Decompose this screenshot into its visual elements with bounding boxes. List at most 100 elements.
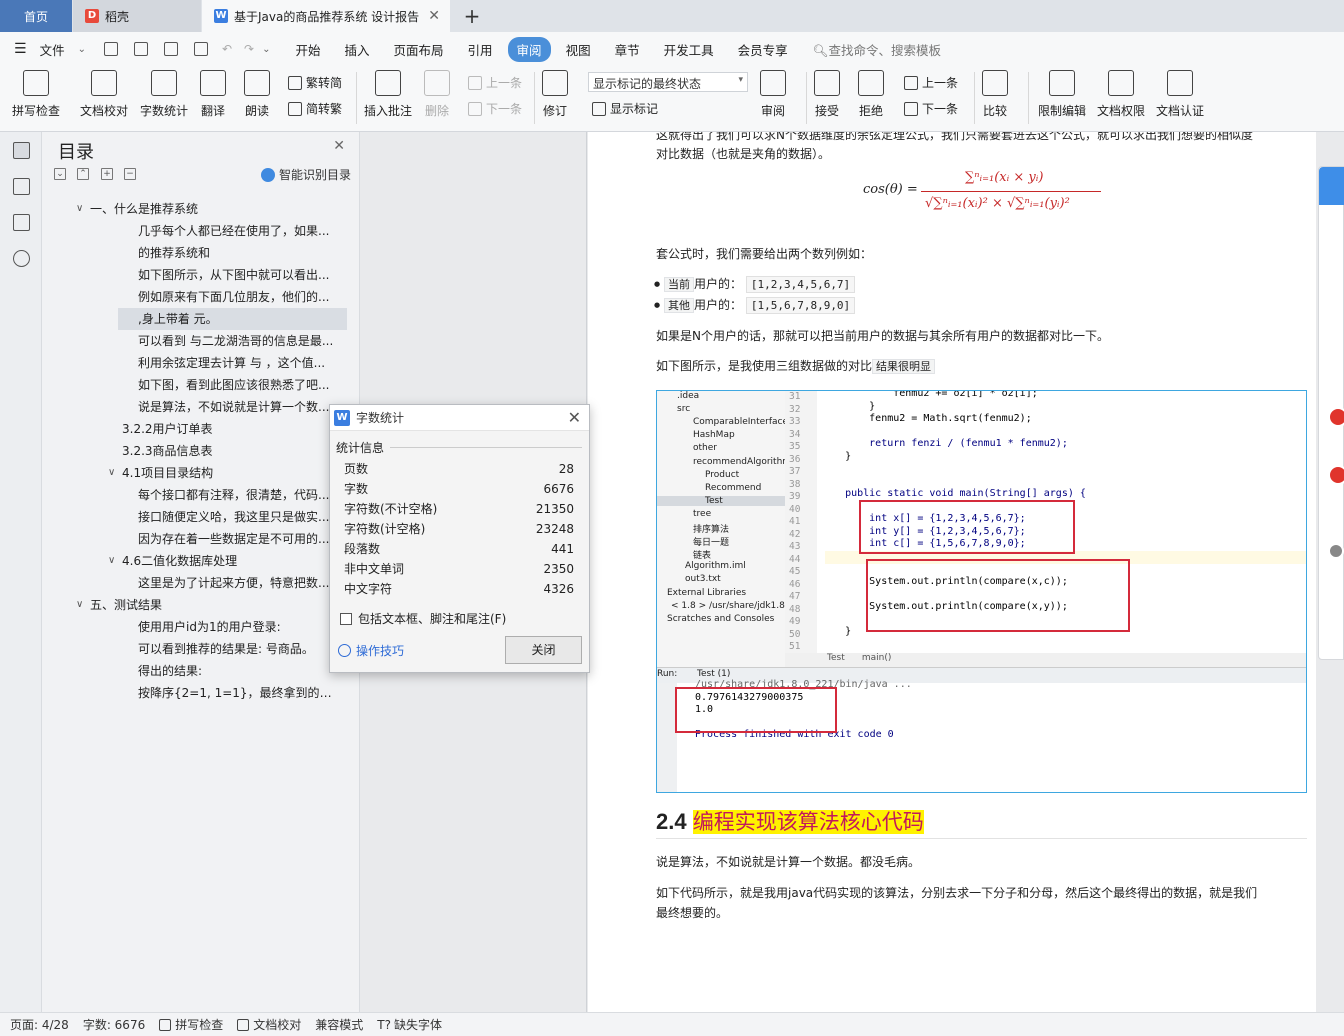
toc-item[interactable]: 这里是为了计起来方便，特意把数...	[138, 572, 338, 594]
menu-file[interactable]: 文件	[31, 37, 74, 62]
add-icon[interactable]: +	[101, 168, 113, 180]
document-page[interactable]: 这就得出了我们可以求N个数据维度的余弦定理公式，我们只需要套进去这个公式，就可以…	[588, 132, 1316, 1012]
proofread-status[interactable]: 文档校对	[237, 1016, 301, 1033]
menu-item[interactable]: 章节	[606, 37, 649, 62]
close-button[interactable]: 关闭	[505, 636, 582, 664]
close-icon[interactable]: ✕	[568, 408, 581, 427]
tab-daoke[interactable]: D 稻壳	[73, 0, 201, 32]
tab-home[interactable]: 首页	[0, 0, 72, 32]
remove-icon[interactable]: −	[124, 168, 136, 180]
markup-state-select[interactable]: 显示标记的最终状态 ▾	[588, 72, 748, 92]
chevron-down-icon[interactable]: ⌄	[262, 44, 270, 55]
track-changes-button[interactable]: 修订	[542, 70, 568, 119]
toc-icon[interactable]	[13, 142, 30, 159]
new-tab-button[interactable]: +	[458, 0, 486, 32]
avatar[interactable]	[1328, 465, 1344, 485]
redo-icon[interactable]: ↷	[244, 42, 254, 56]
toc-item[interactable]: 按降序{2=1, 1=1}，最终拿到的被...	[138, 682, 338, 704]
spell-check-button[interactable]: 拼写检查	[12, 70, 60, 119]
prev-comment-button[interactable]: 上一条	[468, 74, 522, 91]
compare-button[interactable]: 比较	[982, 70, 1008, 119]
trad-to-simp-button[interactable]: 繁转简	[288, 74, 342, 91]
delete-comment-button[interactable]: 删除	[424, 70, 450, 119]
next-comment-button[interactable]: 下一条	[468, 100, 522, 117]
toc-item[interactable]: 3.2.2用户订单表	[122, 418, 338, 440]
feedback-icon[interactable]	[1328, 543, 1344, 559]
proofread-button[interactable]: 文档校对	[80, 70, 128, 119]
undo-icon[interactable]: ↶	[222, 42, 232, 56]
toc-item[interactable]: 每个接口都有注释，很清楚，代码...	[138, 484, 338, 506]
toc-item[interactable]: 4.1项目目录结构	[122, 462, 338, 484]
toc-item[interactable]: 例如原来有下面几位朋友，他们的...	[138, 286, 338, 308]
word-count-indicator[interactable]: 字数: 6676	[83, 1016, 145, 1033]
menu-item[interactable]: 开始	[286, 37, 329, 62]
prev-change-button[interactable]: 上一条	[904, 74, 958, 91]
toc-item[interactable]: 五、测试结果	[90, 594, 338, 616]
expand-arrow-icon[interactable]: ∨	[108, 467, 115, 478]
collapse-icon[interactable]: ⌄	[54, 168, 66, 180]
toc-item[interactable]: 因为存在着一些数据定是不可用的...	[138, 528, 338, 550]
menu-item[interactable]: 开发工具	[655, 37, 723, 62]
close-icon[interactable]: ✕	[333, 138, 345, 154]
next-change-button[interactable]: 下一条	[904, 100, 958, 117]
print-icon[interactable]	[163, 42, 178, 56]
tips-link[interactable]: 操作技巧	[338, 642, 404, 659]
search-command[interactable]: 🔍︎查找命令、搜索模板	[813, 40, 941, 59]
search-icon[interactable]	[13, 250, 30, 267]
review-pane-button[interactable]: 审阅	[760, 70, 786, 119]
toc-item[interactable]: 可以看到 与二龙湖浩哥的信息是最...	[138, 330, 338, 352]
tab-document[interactable]: W 基于Java的商品推荐系统 设计报告 ✕	[202, 0, 450, 32]
menu-item[interactable]: 审阅	[507, 36, 551, 62]
assistant-tab[interactable]	[1319, 167, 1344, 205]
toc-item[interactable]: 得出的结果:	[138, 660, 338, 682]
menu-item[interactable]: 插入	[336, 37, 379, 62]
toc-item[interactable]: 的推荐系统和	[138, 242, 338, 264]
toc-item[interactable]: 接口随便定义哈，我这里只是做实...	[138, 506, 338, 528]
spell-check-status[interactable]: 拼写检查	[159, 1016, 223, 1033]
menu-item[interactable]: 视图	[557, 37, 600, 62]
toc-item[interactable]: 说是算法，不如说就是计算一个数...	[138, 396, 338, 418]
toc-item[interactable]: 3.2.3商品信息表	[122, 440, 338, 462]
reject-button[interactable]: 拒绝	[858, 70, 884, 119]
missing-font-status[interactable]: T? 缺失字体	[377, 1016, 442, 1033]
translate-button[interactable]: 翻译	[200, 70, 226, 119]
expand-arrow-icon[interactable]: ∨	[76, 599, 83, 610]
print-preview-icon[interactable]	[193, 42, 208, 56]
expand-arrow-icon[interactable]: ∨	[76, 203, 83, 214]
toc-item[interactable]: 如下图，看到此图应该很熟悉了吧...	[138, 374, 338, 396]
insert-comment-button[interactable]: 插入批注	[364, 70, 412, 119]
dialog-titlebar[interactable]: W 字数统计 ✕	[330, 405, 589, 431]
expand-icon[interactable]: ⌃	[77, 168, 89, 180]
include-textbox-checkbox[interactable]: 包括文本框、脚注和尾注(F)	[340, 610, 506, 627]
toc-item[interactable]: 利用余弦定理去计算 与 ，这个值...	[138, 352, 338, 374]
doc-cert-button[interactable]: 文档认证	[1156, 70, 1204, 119]
read-aloud-button[interactable]: 朗读	[244, 70, 270, 119]
expand-arrow-icon[interactable]: ∨	[108, 555, 115, 566]
export-icon[interactable]	[133, 42, 148, 56]
menu-item[interactable]: 会员专享	[729, 37, 797, 62]
toc-item[interactable]: 如下图所示，从下图中就可以看出...	[138, 264, 338, 286]
restrict-editing-button[interactable]: 限制编辑	[1038, 70, 1086, 119]
toc-item[interactable]: 使用用户id为1的用户登录:	[138, 616, 338, 638]
simp-to-trad-button[interactable]: 简转繁	[288, 100, 342, 117]
line-number: 46	[789, 578, 801, 590]
show-markup-button[interactable]: 显示标记	[592, 100, 658, 117]
chapter-icon[interactable]	[13, 178, 30, 195]
bookmark-icon[interactable]	[13, 214, 30, 231]
close-tab-icon[interactable]: ✕	[428, 8, 440, 24]
menu-item[interactable]: 引用	[459, 37, 502, 62]
toc-item[interactable]: ,身上带着 元。	[118, 308, 347, 330]
menu-item[interactable]: 页面布局	[385, 37, 453, 62]
word-count-button[interactable]: 字数统计	[140, 70, 188, 119]
toc-item[interactable]: 可以看到推荐的结果是: 号商品。	[138, 638, 338, 660]
toc-item[interactable]: 一、什么是推荐系统	[90, 198, 338, 220]
accept-button[interactable]: 接受	[814, 70, 840, 119]
save-icon[interactable]	[103, 42, 118, 56]
doc-permission-button[interactable]: 文档权限	[1097, 70, 1145, 119]
page-indicator[interactable]: 页面: 4/28	[10, 1016, 69, 1033]
toc-item[interactable]: 几乎每个人都已经在使用了，如果...	[138, 220, 338, 242]
hamburger-icon[interactable]: ☰	[14, 41, 27, 57]
avatar[interactable]	[1328, 407, 1344, 427]
smart-toc-button[interactable]: 智能识别目录	[260, 166, 351, 183]
toc-item[interactable]: 4.6二值化数据库处理	[122, 550, 338, 572]
